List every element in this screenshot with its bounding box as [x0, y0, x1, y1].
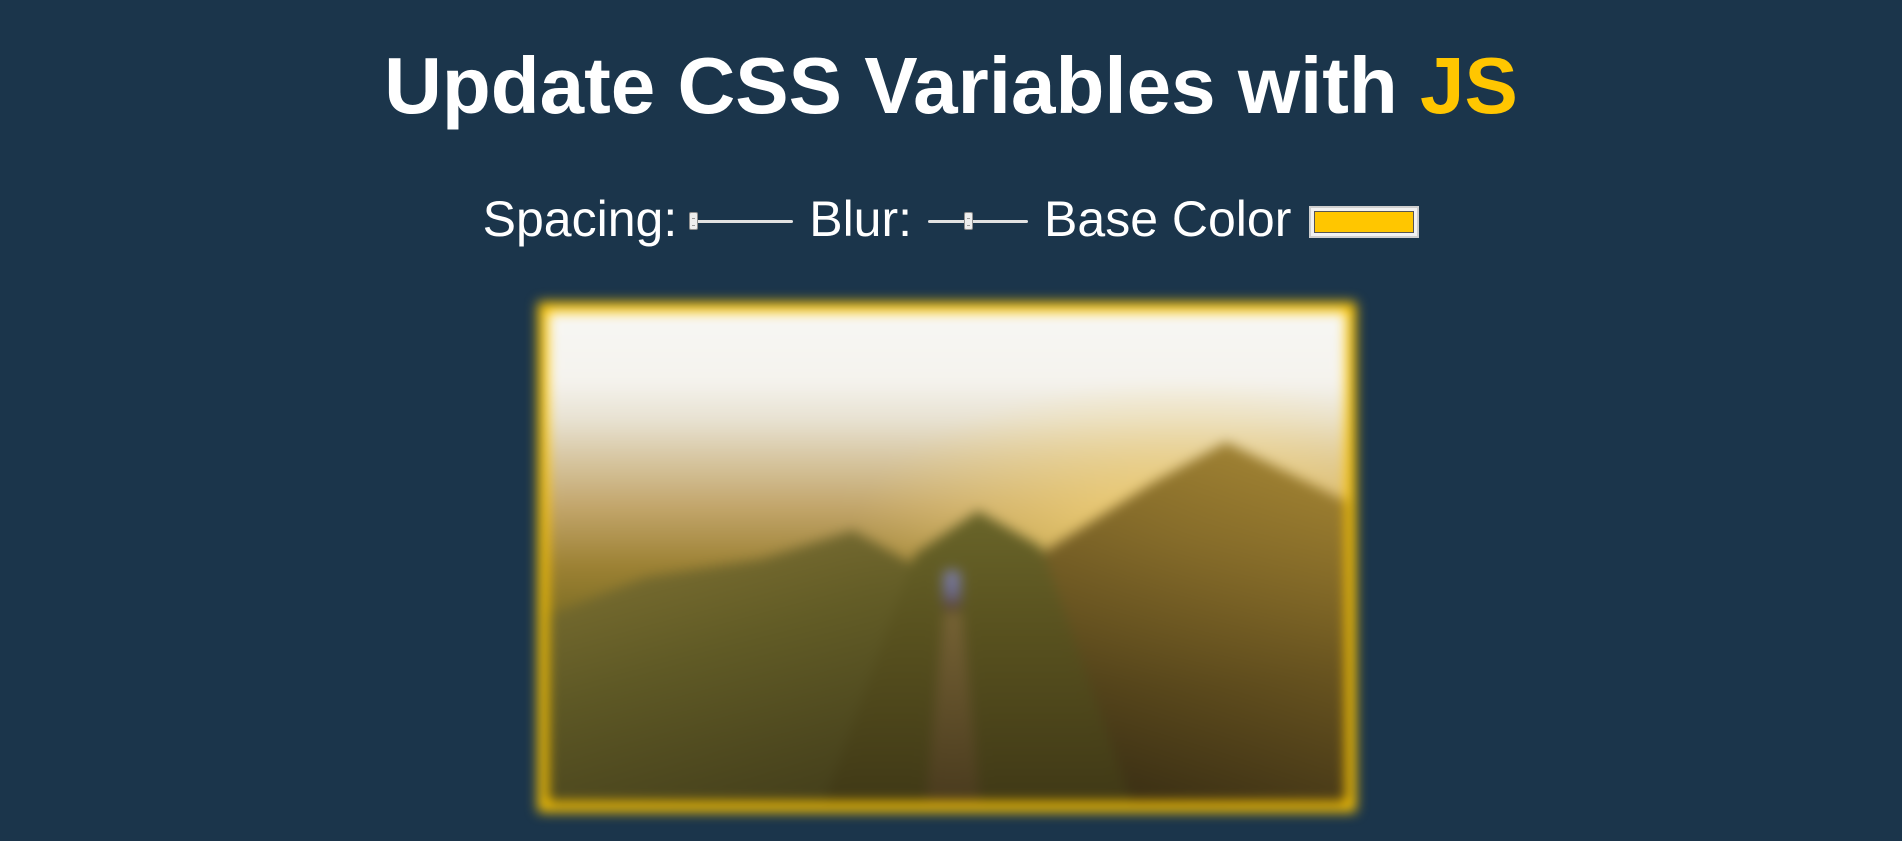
blur-slider[interactable] — [928, 211, 1029, 231]
blur-label: Blur: — [809, 191, 913, 247]
blur-slider-thumb[interactable] — [964, 212, 974, 230]
spacing-slider-thumb[interactable] — [689, 212, 699, 230]
spacing-slider[interactable] — [689, 211, 794, 231]
spacing-slider-track — [693, 220, 794, 223]
mountain-photo — [548, 312, 1346, 802]
base-color-picker[interactable] — [1309, 206, 1420, 238]
base-color-label: Base Color — [1044, 191, 1292, 247]
photo-frame — [538, 302, 1356, 812]
spacing-label: Spacing: — [482, 191, 678, 247]
page-title-highlight: JS — [1420, 41, 1518, 130]
page-title-text: Update CSS Variables with — [384, 41, 1420, 130]
page-title: Update CSS Variables with JS — [0, 40, 1902, 132]
base-color-swatch-fill — [1314, 211, 1415, 233]
photo-hiker — [943, 570, 961, 610]
blur-slider-track — [928, 220, 1029, 223]
controls-bar: Spacing: Blur: Base Color — [0, 188, 1902, 250]
